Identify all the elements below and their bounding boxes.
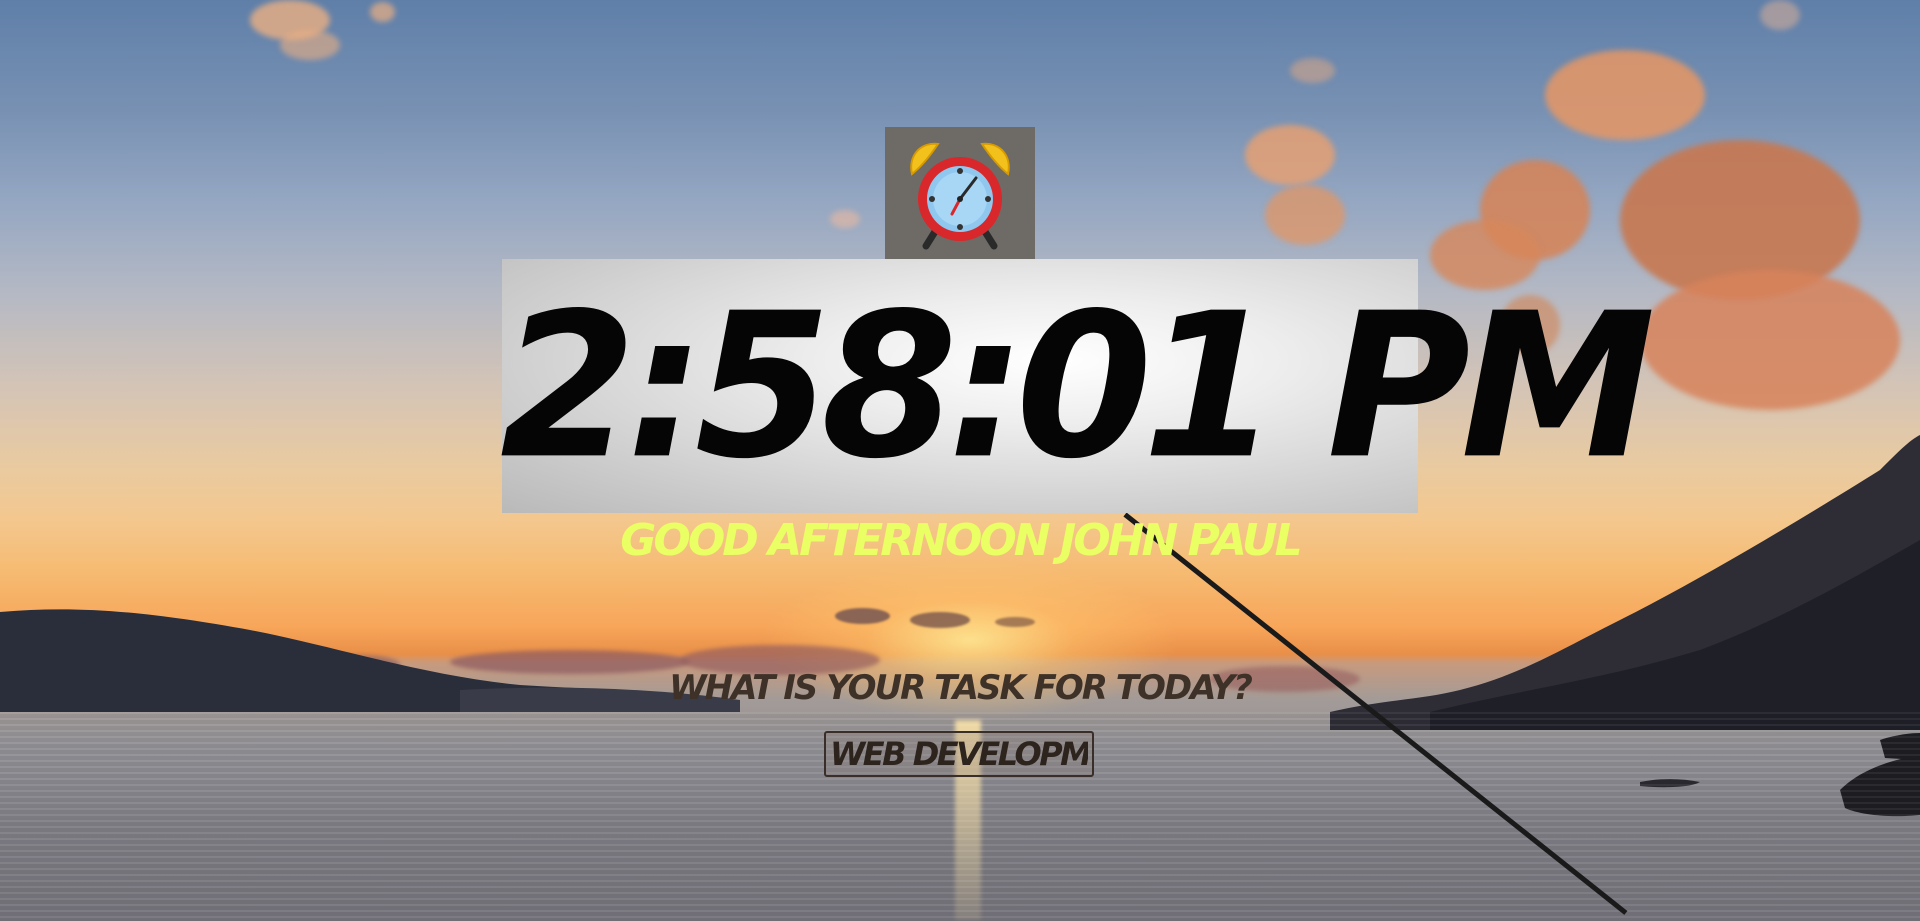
clock-time: 2:58:01 PM [500, 270, 1656, 504]
alarm-clock-icon [910, 142, 1010, 250]
greeting-text: GOOD AFTERNOON JOHN PAUL [620, 515, 1302, 566]
sunset-background: 2:58:01 PM GOOD AFTERNOON JOHN PAUL WHAT… [0, 0, 1920, 921]
task-question: WHAT IS YOUR TASK FOR TODAY? [669, 668, 1253, 708]
alarm-icon-tile [885, 127, 1035, 259]
task-input[interactable] [824, 731, 1094, 777]
